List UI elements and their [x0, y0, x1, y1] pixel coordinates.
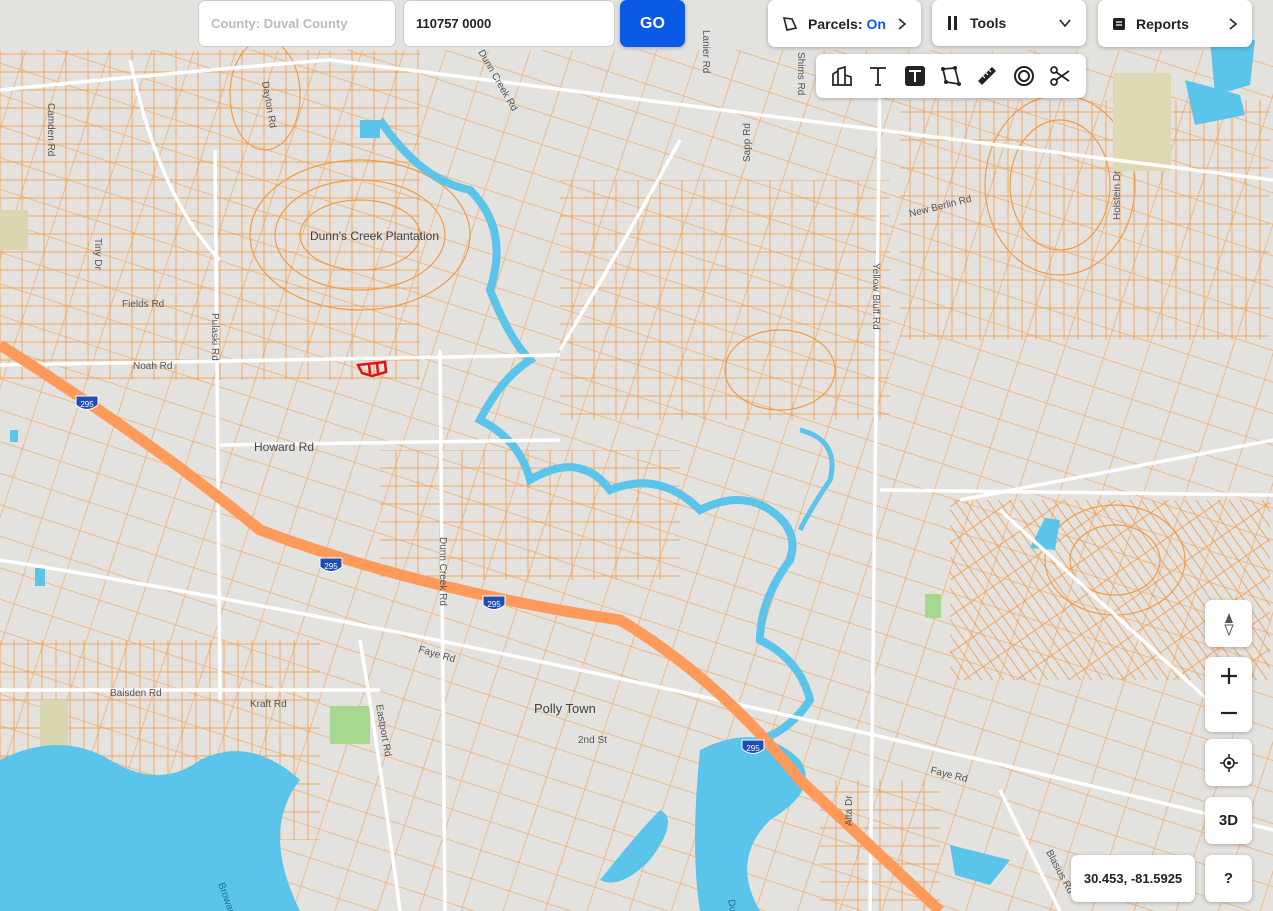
road-label: Fields Rd [122, 299, 164, 310]
road-label: Camden Rd [45, 103, 56, 156]
interstate-shield: 295 [741, 739, 765, 754]
coordinates-readout: 30.453, -81.5925 [1071, 855, 1195, 902]
interstate-shield: 295 [75, 395, 99, 410]
parcels-toggle-button[interactable]: Parcels: On [768, 0, 921, 47]
zoom-in-button[interactable] [1205, 657, 1252, 694]
polygon-icon[interactable] [938, 63, 964, 89]
scissors-icon[interactable] [1047, 63, 1073, 89]
tools-dropdown[interactable]: Tools [932, 0, 1086, 46]
svg-text:295: 295 [487, 600, 501, 609]
road-label: Dunn Creek Rd [437, 537, 448, 606]
text-icon[interactable] [865, 63, 891, 89]
road-label: 2nd St [578, 735, 607, 746]
map-canvas[interactable]: 295 295 295 295 Camden Rd Dayton Rd Dunn… [0, 0, 1273, 911]
tools-icon [948, 16, 957, 30]
help-button[interactable]: ? [1205, 855, 1252, 902]
svg-text:295: 295 [746, 744, 760, 753]
road-label: Lanier Rd [700, 30, 711, 73]
plus-icon [1220, 667, 1237, 684]
zoom-out-button[interactable] [1205, 694, 1252, 731]
road-label: Kraft Rd [250, 699, 287, 710]
building-icon[interactable] [829, 63, 855, 89]
county-field[interactable]: County: Duval County [198, 0, 396, 47]
road-label: Yellow Bluff Rd [870, 263, 881, 330]
compass-button[interactable] [1205, 600, 1252, 647]
svg-text:295: 295 [324, 562, 338, 571]
road-label: Holstein Dr [1112, 170, 1123, 220]
locate-button[interactable] [1205, 739, 1252, 786]
reports-label: Reports [1136, 15, 1189, 32]
road-label: Howard Rd [254, 440, 314, 454]
place-label: Dunn's Creek Plantation [310, 229, 439, 243]
road-label: Noah Rd [133, 361, 172, 372]
road-label: Tiny Dr [92, 238, 103, 271]
compass-icon [1223, 612, 1234, 636]
chevron-right-icon [898, 17, 907, 30]
drawing-toolbar [816, 54, 1086, 98]
svg-text:295: 295 [80, 400, 94, 409]
road-label: Alta Dr [844, 795, 855, 826]
minus-icon [1220, 711, 1237, 714]
text-box-icon[interactable] [902, 63, 928, 89]
interstate-shield: 295 [319, 557, 343, 572]
parcels-label: Parcels: [808, 15, 863, 32]
buffer-icon[interactable] [1011, 63, 1037, 89]
interstate-shield: 295 [482, 595, 506, 610]
parcel-id-input[interactable]: 110757 0000 [403, 0, 615, 47]
crosshair-icon [1219, 753, 1238, 772]
go-button[interactable]: GO [620, 0, 685, 47]
road-label: Sapp Rd [742, 123, 753, 162]
road-label: Baisden Rd [110, 688, 162, 699]
reports-button[interactable]: Reports [1098, 0, 1252, 47]
road-label: Pulaski Rd [209, 313, 220, 361]
zoom-control [1205, 657, 1252, 732]
chevron-down-icon [1059, 19, 1071, 28]
ruler-icon[interactable] [974, 63, 1000, 89]
place-label: Polly Town [534, 701, 596, 716]
tools-label: Tools [970, 15, 1007, 31]
three-d-button[interactable]: 3D [1205, 797, 1252, 844]
chevron-right-icon [1229, 17, 1238, 30]
report-icon [1113, 17, 1125, 30]
parcel-shape-icon [782, 16, 798, 31]
road-label: Shims Rd [795, 52, 806, 95]
parcels-state: On [866, 15, 886, 32]
